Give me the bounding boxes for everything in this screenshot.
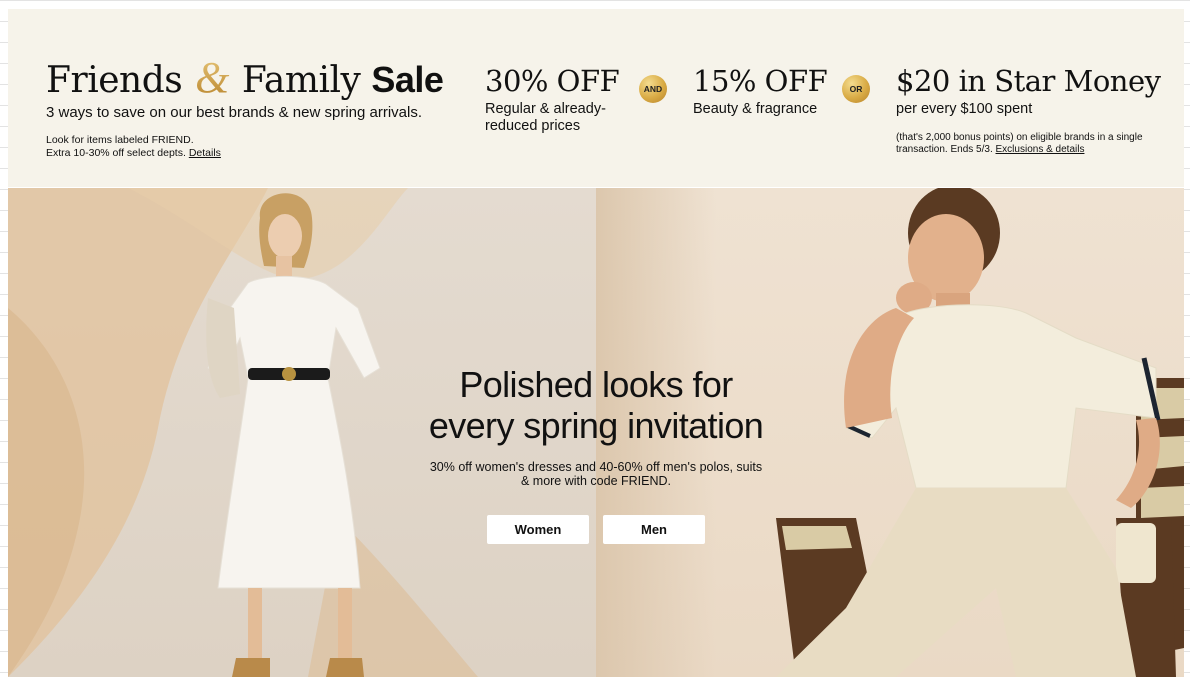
sale-subtitle: 3 ways to save on our best brands & new … xyxy=(46,104,423,121)
sale-title-ampersand: & xyxy=(195,53,229,102)
hero-section: Polished looks for every spring invitati… xyxy=(8,188,1184,677)
shop-men-button[interactable]: Men xyxy=(603,515,705,544)
hero-body-line1: 30% off women's dresses and 40-60% off m… xyxy=(429,460,763,474)
offer-30-headline: 30% OFF xyxy=(485,64,620,98)
shop-women-button[interactable]: Women xyxy=(487,515,589,544)
note-line-2-text: Extra 10-30% off select depts. xyxy=(46,147,186,159)
sale-title-friends: Friends xyxy=(46,60,183,101)
offer-30-description: Regular & already- reduced prices xyxy=(485,101,606,135)
or-coin-badge: OR xyxy=(842,75,870,103)
exclusions-details-link[interactable]: Exclusions & details xyxy=(996,144,1085,155)
page: Friends & Family Sale 3 ways to save on … xyxy=(8,9,1184,677)
promo-banner: Friends & Family Sale 3 ways to save on … xyxy=(8,9,1184,187)
offer-15-headline: 15% OFF xyxy=(693,64,828,98)
hero-headline-line2: every spring invitation xyxy=(428,405,764,446)
and-coin-badge: AND xyxy=(639,75,667,103)
friend-label-note: Look for items labeled FRIEND. Extra 10-… xyxy=(46,134,221,160)
hero-buttons: Women Men xyxy=(487,515,705,544)
hero-body-line2: & more with code FRIEND. xyxy=(520,474,672,488)
sale-title-sale: Sale xyxy=(371,59,444,100)
star-money-description: per every $100 spent xyxy=(896,101,1033,117)
hero-headline-line1: Polished looks for xyxy=(459,364,733,405)
sale-title-family: Family xyxy=(241,60,361,101)
details-link[interactable]: Details xyxy=(189,147,221,159)
hero-copy: Polished looks for every spring invitati… xyxy=(8,364,1184,488)
offer-30-desc-line2: reduced prices xyxy=(485,118,581,134)
hero-headline: Polished looks for every spring invitati… xyxy=(8,364,1184,446)
sale-title: Friends & Family Sale xyxy=(46,53,444,103)
note-line-2: Extra 10-30% off select depts. Details xyxy=(46,147,221,160)
hero-body: 30% off women's dresses and 40-60% off m… xyxy=(8,460,1184,488)
offer-30-desc-line1: Regular & already- xyxy=(485,101,606,117)
offer-15-description: Beauty & fragrance xyxy=(693,101,818,117)
star-money-headline: $20 in Star Money xyxy=(896,64,1161,98)
star-money-fine-print: (that's 2,000 bonus points) on eligible … xyxy=(896,132,1166,156)
note-line-1: Look for items labeled FRIEND. xyxy=(46,134,194,146)
